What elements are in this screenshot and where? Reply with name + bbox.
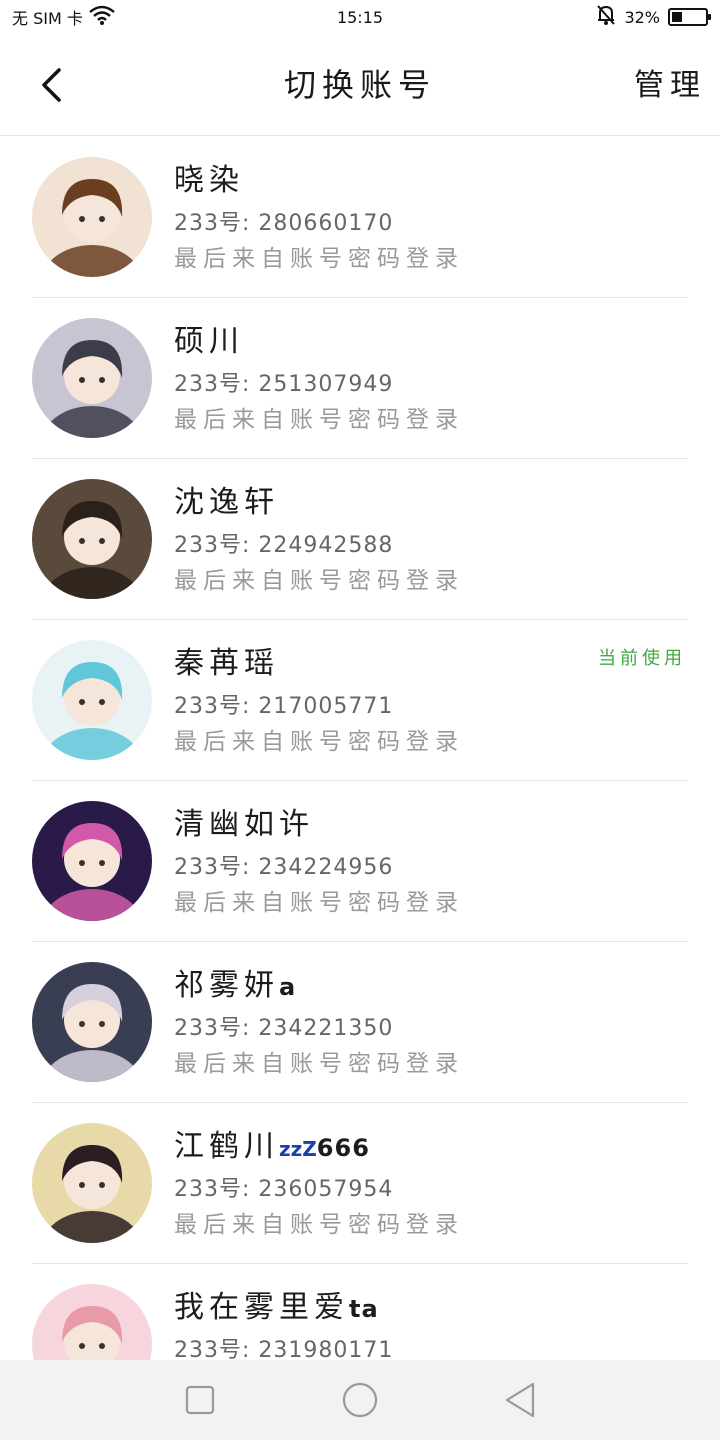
header: 切换账号 管理 xyxy=(0,34,720,136)
account-name: 沈逸轩 xyxy=(174,477,279,521)
account-name-text: 晓染 xyxy=(174,163,244,198)
avatar-image xyxy=(32,1284,152,1360)
account-login-method: 最后来自账号密码登录 xyxy=(174,890,464,916)
avatar-image xyxy=(32,801,152,921)
nav-bar xyxy=(0,1360,720,1440)
account-name-text: 秦苒瑶 xyxy=(174,646,279,681)
account-name: 晓染 xyxy=(174,155,244,199)
avatar-image xyxy=(32,479,152,599)
system-back-button[interactable] xyxy=(498,1378,542,1422)
account-login-method: 最后来自账号密码登录 xyxy=(174,246,464,272)
avatar xyxy=(32,801,152,921)
avatar xyxy=(32,962,152,1082)
avatar-image xyxy=(32,318,152,438)
account-login-method: 最后来自账号密码登录 xyxy=(174,407,464,433)
status-bar: 无 SIM 卡 15:15 32% xyxy=(0,0,720,34)
account-name: 江鹤川zzZ666 xyxy=(174,1121,370,1165)
avatar-image xyxy=(32,640,152,760)
account-login-method: 最后来自账号密码登录 xyxy=(174,729,464,755)
avatar xyxy=(32,318,152,438)
account-item[interactable]: 硕川 233号: 251307949 最后来自账号密码登录 xyxy=(32,298,688,459)
avatar-image xyxy=(32,962,152,1082)
account-name: 秦苒瑶 xyxy=(174,638,279,682)
avatar xyxy=(32,640,152,760)
page-title: 切换账号 xyxy=(283,66,436,104)
account-id: 233号: 234221350 xyxy=(174,1016,394,1041)
avatar-image xyxy=(32,1123,152,1243)
avatar xyxy=(32,479,152,599)
account-login-method: 最后来自账号密码登录 xyxy=(174,1051,464,1077)
account-item[interactable]: 沈逸轩 233号: 224942588 最后来自账号密码登录 xyxy=(32,459,688,620)
home-button[interactable] xyxy=(338,1378,382,1422)
account-id: 233号: 234224956 xyxy=(174,855,394,880)
account-list[interactable]: 晓染 233号: 280660170 最后来自账号密码登录 硕川 233号: 25130… xyxy=(0,137,720,1360)
sleep-zzz-icon: zzZ xyxy=(279,1137,317,1161)
account-item[interactable]: 江鹤川zzZ666 233号: 236057954 最后来自账号密码登录 xyxy=(32,1103,688,1264)
account-name-suffix: 666 xyxy=(316,1134,370,1162)
account-name-text: 清幽如许 xyxy=(174,807,314,842)
account-name-suffix: a xyxy=(279,973,297,1001)
current-account-badge: 当前使用 xyxy=(598,648,686,669)
status-time: 15:15 xyxy=(336,7,384,27)
battery-fill xyxy=(672,12,682,22)
circle-home-icon[interactable] xyxy=(341,1381,379,1419)
account-name: 硕川 xyxy=(174,316,244,360)
account-item[interactable]: 祁雾妍a 233号: 234221350 最后来自账号密码登录 xyxy=(32,942,688,1103)
avatar xyxy=(32,157,152,277)
account-id: 233号: 231980171 xyxy=(174,1338,394,1360)
account-item[interactable]: 清幽如许 233号: 234224956 最后来自账号密码登录 xyxy=(32,781,688,942)
avatar-image xyxy=(32,157,152,277)
account-id: 233号: 217005771 xyxy=(174,694,394,719)
account-name-text: 江鹤川 xyxy=(174,1129,279,1164)
square-recents-icon[interactable] xyxy=(184,1384,216,1416)
manage-button[interactable]: 管理 xyxy=(634,60,706,104)
account-name: 我在雾里爱ta xyxy=(174,1282,379,1326)
account-name-text: 祁雾妍 xyxy=(174,968,279,1003)
account-name: 清幽如许 xyxy=(174,799,314,843)
account-item[interactable]: 我在雾里爱ta 233号: 231980171 xyxy=(32,1264,688,1360)
account-name-text: 硕川 xyxy=(174,324,244,359)
account-id: 233号: 251307949 xyxy=(174,372,394,397)
account-item[interactable]: 晓染 233号: 280660170 最后来自账号密码登录 xyxy=(32,137,688,298)
recents-button[interactable] xyxy=(178,1378,222,1422)
account-login-method: 最后来自账号密码登录 xyxy=(174,568,464,594)
account-id: 233号: 236057954 xyxy=(174,1177,394,1202)
account-id: 233号: 280660170 xyxy=(174,211,394,236)
battery-icon xyxy=(668,8,711,26)
account-name-text: 我在雾里爱 xyxy=(174,1290,349,1325)
account-name-suffix: ta xyxy=(349,1295,379,1323)
account-item[interactable]: 秦苒瑶 233号: 217005771 最后来自账号密码登录 当前使用 xyxy=(32,620,688,781)
account-name-text: 沈逸轩 xyxy=(174,485,279,520)
triangle-back-icon[interactable] xyxy=(503,1381,537,1419)
account-id: 233号: 224942588 xyxy=(174,533,394,558)
account-login-method: 最后来自账号密码登录 xyxy=(174,1212,464,1238)
account-name: 祁雾妍a xyxy=(174,960,296,1004)
avatar xyxy=(32,1284,152,1360)
avatar xyxy=(32,1123,152,1243)
